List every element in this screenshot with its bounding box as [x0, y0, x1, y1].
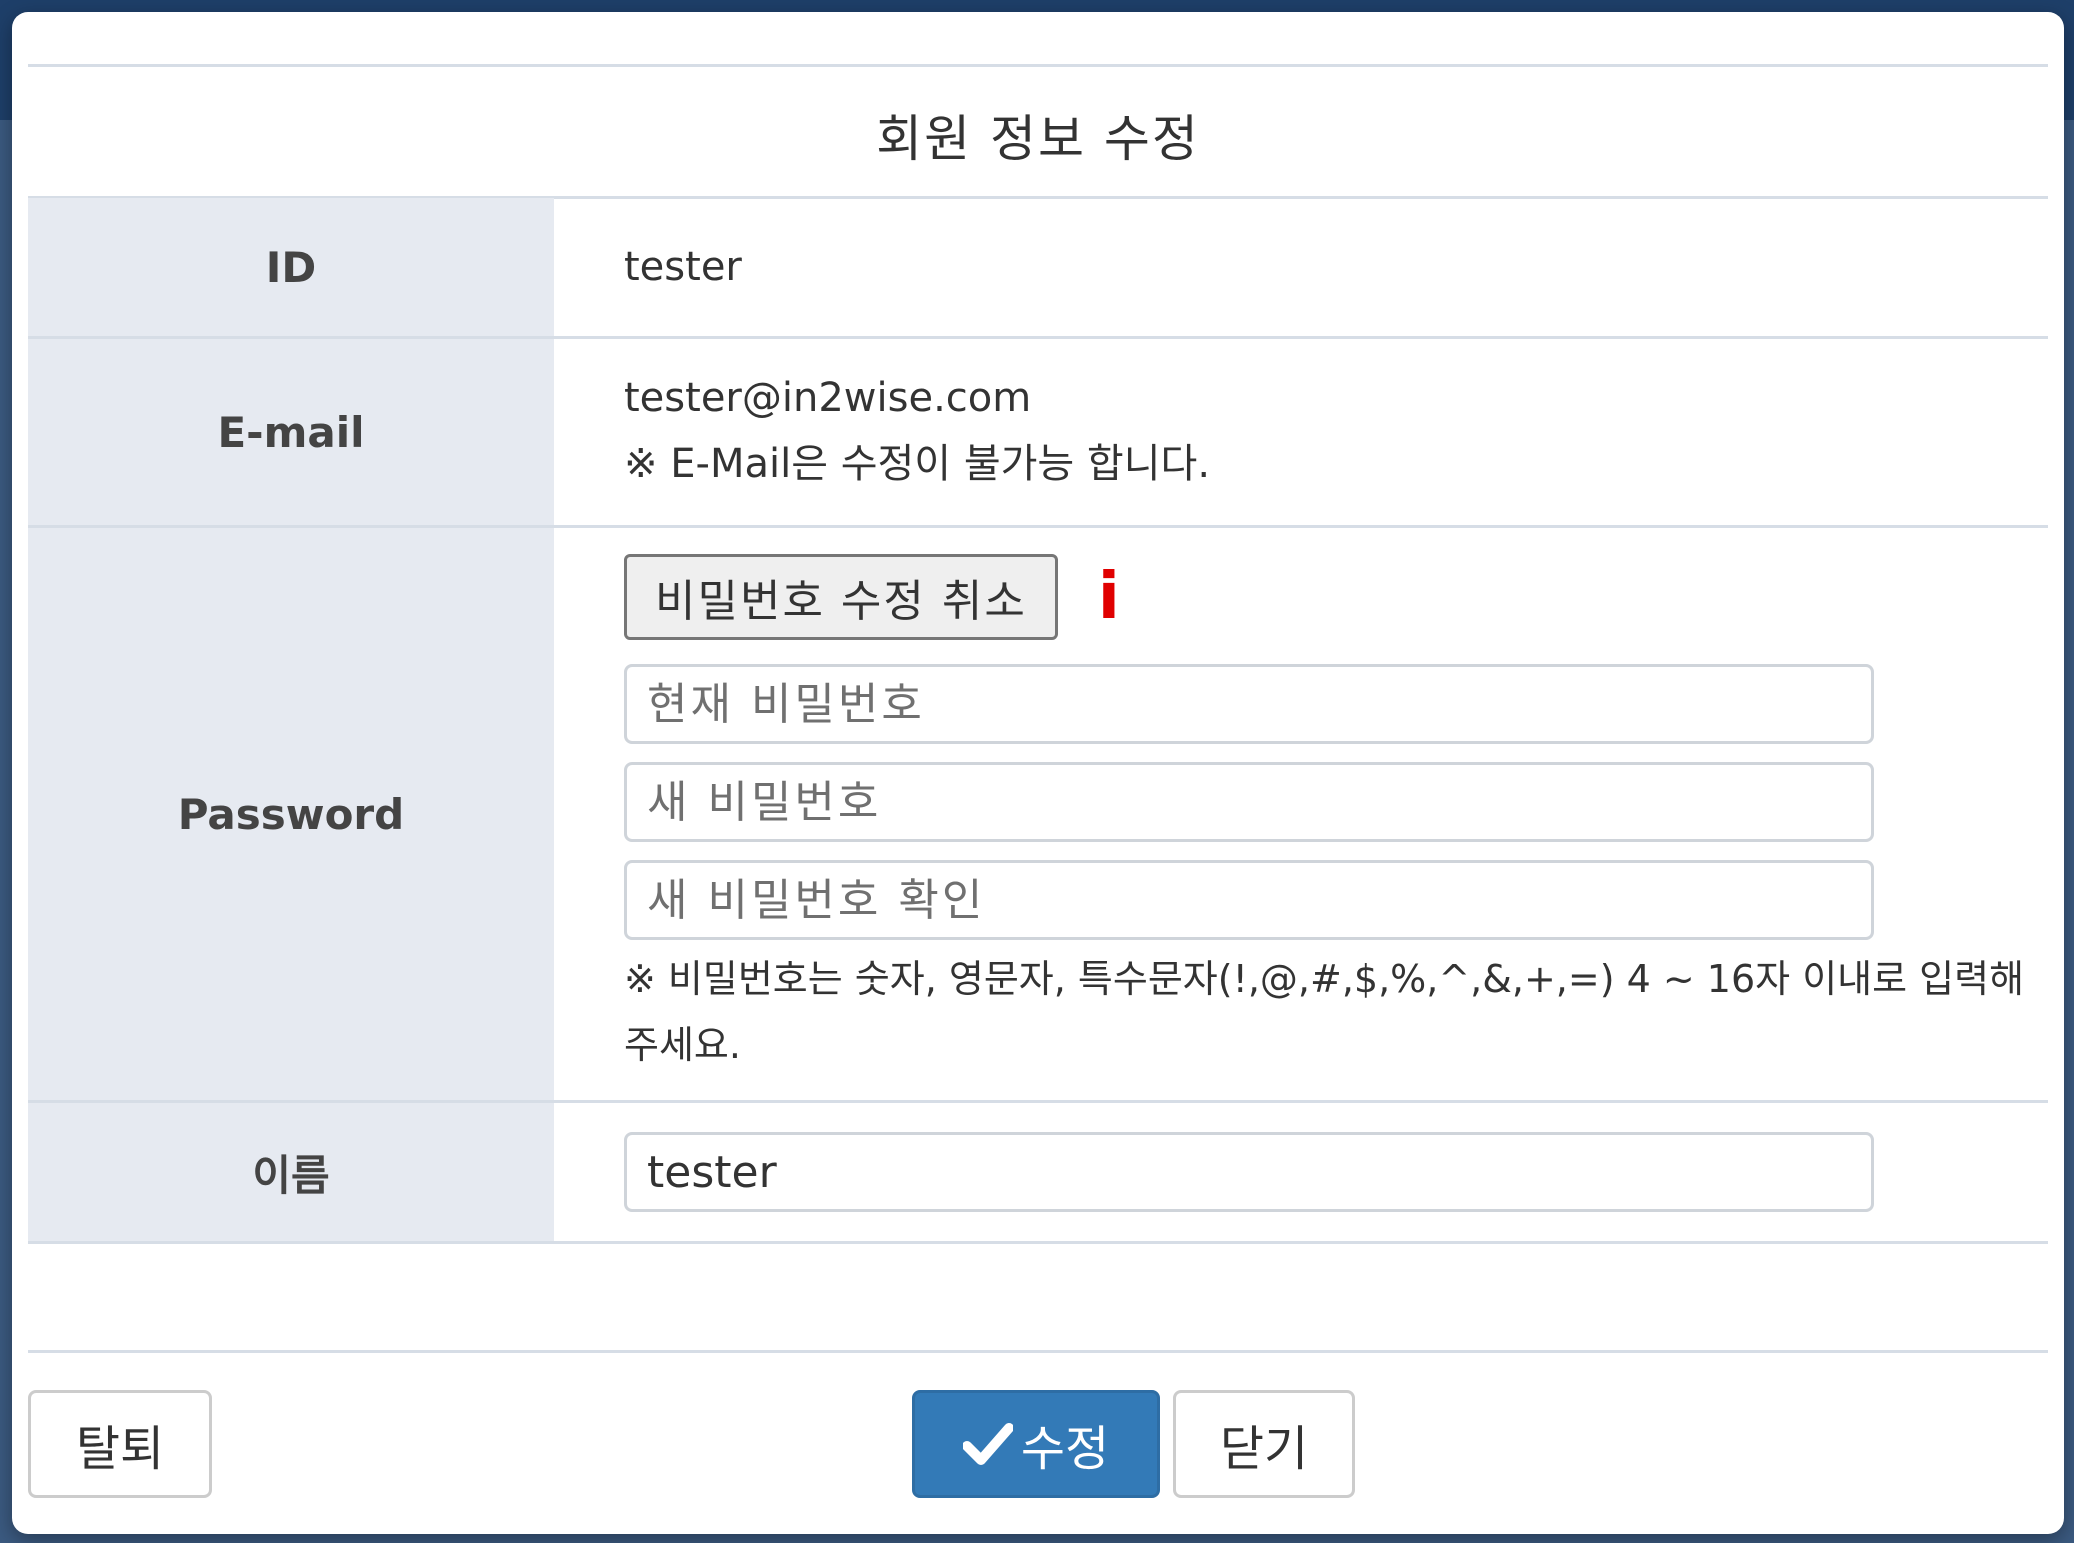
id-value: tester: [624, 244, 742, 290]
id-value-cell: tester: [554, 198, 2048, 336]
email-row: E-mail tester@in2wise.com ※ E-Mail은 수정이 …: [28, 339, 2048, 525]
row-divider: [28, 1241, 2048, 1244]
name-row: 이름: [28, 1103, 2048, 1241]
id-row: ID tester: [28, 198, 2048, 336]
withdraw-label: 탈퇴: [75, 1421, 165, 1477]
confirm-password-input[interactable]: [624, 860, 1874, 940]
submit-label: 수정: [1020, 1421, 1110, 1477]
id-label: ID: [28, 198, 554, 336]
email-label: E-mail: [28, 339, 554, 525]
close-label: 닫기: [1219, 1421, 1309, 1477]
password-cancel-wrap: 비밀번호 수정 취소 i: [624, 554, 2048, 640]
footer-divider: [28, 1350, 2048, 1353]
password-row: Password 비밀번호 수정 취소 i ※ 비밀번호는 숫자, 영문자, 특…: [28, 528, 2048, 1100]
current-password-input[interactable]: [624, 664, 1874, 744]
name-label: 이름: [28, 1103, 554, 1241]
email-value-cell: tester@in2wise.com ※ E-Mail은 수정이 불가능 합니다…: [554, 339, 2048, 525]
password-rule-note: ※ 비밀번호는 숫자, 영문자, 특수문자(!,@,#,$,%,^,&,+,=)…: [624, 957, 2025, 1067]
close-button[interactable]: 닫기: [1173, 1390, 1355, 1498]
withdraw-button[interactable]: 탈퇴: [28, 1390, 212, 1498]
modal-footer: 탈퇴 수정 닫기: [28, 1390, 2048, 1505]
email-note: ※ E-Mail은 수정이 불가능 합니다.: [624, 441, 1211, 487]
check-icon: [962, 1423, 1013, 1465]
submit-button[interactable]: 수정: [912, 1390, 1160, 1498]
modal-top-divider: [28, 64, 2048, 67]
name-input[interactable]: [624, 1132, 1874, 1212]
password-label: Password: [28, 528, 554, 1100]
cancel-password-edit-button[interactable]: 비밀번호 수정 취소: [624, 554, 1058, 640]
edit-member-modal: 회원 정보 수정 ID tester E-mail tester@in2wise…: [12, 12, 2064, 1534]
name-value-cell: [554, 1103, 2048, 1241]
info-icon[interactable]: i: [1098, 565, 1120, 629]
password-value-cell: 비밀번호 수정 취소 i ※ 비밀번호는 숫자, 영문자, 특수문자(!,@,#…: [554, 528, 2048, 1100]
new-password-input[interactable]: [624, 762, 1874, 842]
email-value: tester@in2wise.com: [624, 375, 1032, 421]
modal-title: 회원 정보 수정: [876, 110, 1200, 168]
